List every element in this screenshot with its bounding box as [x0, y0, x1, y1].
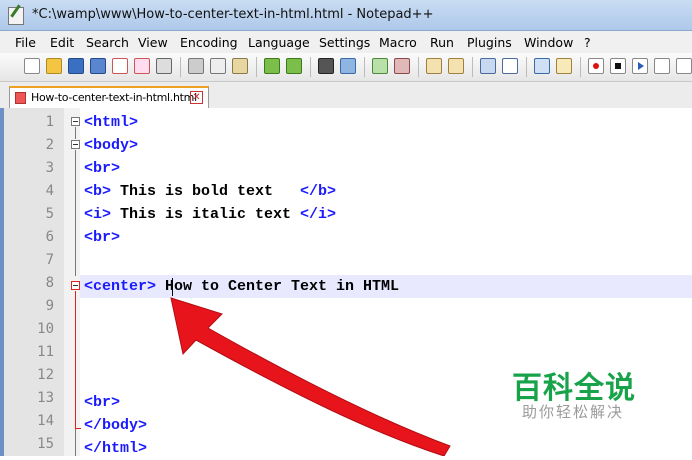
watermark-slogan: 助你轻松解决 [522, 403, 625, 421]
arrow-icon [170, 297, 451, 456]
